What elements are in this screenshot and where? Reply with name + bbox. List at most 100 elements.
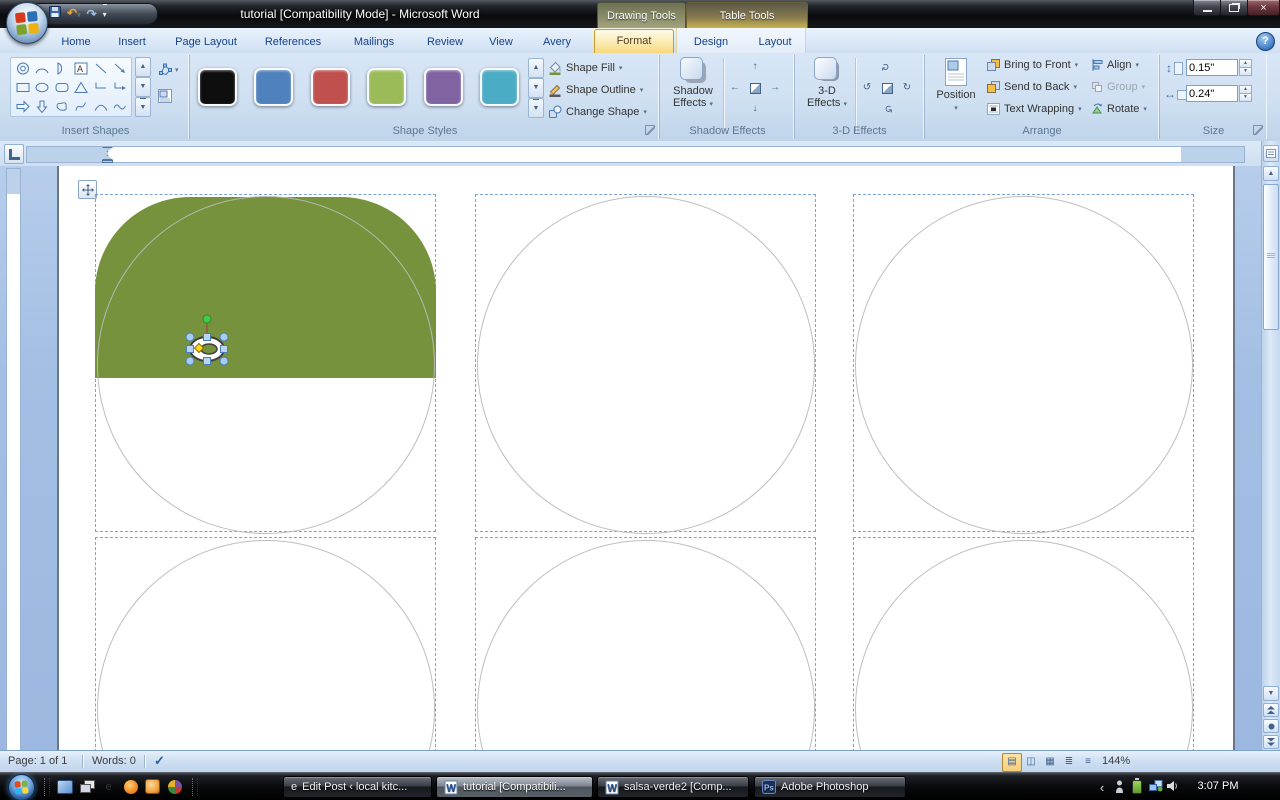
shape-elbow-arrow-connector-icon[interactable] [111,78,131,97]
shadow-effects-button[interactable]: Shadow Effects ▾ [669,57,717,111]
scroll-up-button[interactable]: ▲ [1263,166,1279,181]
view-outline-button[interactable]: ≣ [1059,753,1079,772]
shape-elbow-connector-icon[interactable] [91,78,111,97]
show-desktop-icon[interactable] [56,778,73,795]
shape-text-box-icon[interactable]: A [72,59,92,78]
internet-explorer-icon[interactable]: e [100,778,117,795]
3d-effects-button[interactable]: 3-D Effects ▾ [803,57,851,111]
tab-home[interactable]: Home [52,31,100,53]
width-spin-down[interactable]: ▼ [1239,93,1252,102]
donut-hole[interactable] [200,343,218,355]
handle-bottom-left[interactable] [185,356,195,366]
vertical-ruler[interactable] [6,168,21,750]
taskbar-button-tutorial[interactable]: W tutorial [Compatibili... [436,776,593,798]
left-indent-marker[interactable] [102,160,113,163]
toggle-3d-button[interactable] [878,79,896,97]
horizontal-ruler[interactable] [26,146,1245,163]
tray-status-icon[interactable] [1112,780,1126,793]
handle-bottom[interactable] [203,357,211,365]
nudge-shadow-left-button[interactable]: ← [726,79,744,97]
handle-left[interactable] [186,345,194,353]
nudge-shadow-up-button[interactable]: ↑ [746,58,764,76]
height-spin-down[interactable]: ▼ [1239,67,1252,76]
position-button[interactable]: Position ▾ [932,57,980,115]
customize-qat-icon[interactable]: ▾ [102,4,107,24]
shape-right-arrow-icon[interactable] [13,97,33,116]
edit-shape-button[interactable]: ▾ [154,59,182,81]
firefox-icon[interactable] [122,778,139,795]
tab-layout[interactable]: Layout [744,31,806,53]
quick-launch-orange-app-icon[interactable] [144,778,161,795]
view-draft-button[interactable]: ≡ [1078,753,1098,772]
send-to-back-button[interactable]: Send to Back ▾ [987,81,1077,93]
zoom-level[interactable]: 144% [1102,755,1130,767]
previous-page-button[interactable] [1263,703,1279,717]
shape-fill-button[interactable]: Shape Fill ▾ [548,61,622,75]
tray-network-icon[interactable] [1148,780,1164,792]
tab-page-layout[interactable]: Page Layout [164,31,248,53]
bring-to-front-button[interactable]: Bring to Front ▾ [987,59,1078,71]
shape-style-swatch-green[interactable] [367,68,406,106]
word-count[interactable]: Words: 0 [92,755,136,767]
shape-triangle-icon[interactable] [72,78,92,97]
taskbar-clock[interactable]: 3:07 PM [1190,780,1246,792]
tilt-down-button[interactable]: ↺ [878,100,896,118]
handle-right[interactable] [220,345,228,353]
shape-height-input[interactable] [1186,59,1238,76]
shape-gallery-scroll-down[interactable]: ▼ [135,77,151,97]
shape-gallery-scroll-up[interactable]: ▲ [135,57,151,77]
save-icon[interactable] [49,5,61,23]
shape-oval-icon[interactable] [33,78,53,97]
nudge-shadow-right-button[interactable]: → [766,79,784,97]
shape-donut-icon[interactable] [13,59,33,78]
minimize-button[interactable] [1193,0,1221,16]
shape-arrow-icon[interactable] [111,59,131,78]
document-area[interactable] [0,166,1261,750]
select-browse-object-button[interactable] [1263,719,1279,733]
switch-windows-icon[interactable] [78,778,95,795]
restore-button[interactable] [1220,0,1248,16]
view-full-screen-reading-button[interactable]: ◫ [1021,753,1041,772]
shape-width-input[interactable] [1186,85,1238,102]
shape-scribble-icon[interactable] [72,97,92,116]
shape-gallery-more[interactable]: ▼ [135,97,151,117]
tray-volume-icon[interactable] [1166,780,1180,792]
help-button[interactable]: ? [1256,32,1275,51]
rotation-handle[interactable] [202,314,212,324]
selected-donut-shape[interactable] [178,308,238,370]
handle-top-right[interactable] [219,332,229,342]
shape-style-swatch-blue[interactable] [254,68,293,106]
draw-text-box-button[interactable] [154,85,176,107]
vertical-scrollbar[interactable]: ▲ ▼ [1261,141,1280,750]
tray-battery-icon[interactable] [1130,778,1144,794]
shape-styles-scroll-up[interactable]: ▲ [528,58,544,78]
text-wrapping-button[interactable]: Text Wrapping ▾ [987,103,1082,115]
group-button[interactable]: Group ▾ [1091,81,1145,93]
tab-design[interactable]: Design [682,31,740,53]
tab-avery[interactable]: Avery [528,31,586,53]
spell-check-icon[interactable]: ✓ [154,753,165,769]
tilt-left-button[interactable]: ↺ [858,79,876,97]
shape-curve-icon[interactable] [91,97,111,116]
toggle-shadow-button[interactable] [746,79,764,97]
undo-dropdown-icon[interactable]: ▾ [77,12,81,19]
shape-styles-dialog-launcher[interactable] [645,125,655,135]
tab-insert[interactable]: Insert [108,31,156,53]
handle-top[interactable] [203,333,211,341]
tab-view[interactable]: View [478,31,524,53]
shape-style-swatch-black[interactable] [198,68,237,106]
shape-style-swatch-teal[interactable] [480,68,519,106]
tilt-up-button[interactable]: ↻ [878,58,896,76]
next-page-button[interactable] [1263,735,1279,749]
shape-arc-icon[interactable] [33,59,53,78]
redo-icon[interactable]: ↷ [87,5,97,23]
tilt-right-button[interactable]: ↻ [898,79,916,97]
scrollbar-thumb[interactable] [1263,184,1279,330]
scroll-down-button[interactable]: ▼ [1263,686,1279,701]
shape-chord-icon[interactable] [52,59,72,78]
shape-rounded-rectangle-icon[interactable] [52,78,72,97]
shape-double-wave-icon[interactable] [111,97,131,116]
undo-icon[interactable]: ↶▾ [67,4,81,25]
tab-stop-selector[interactable] [4,144,24,164]
view-print-layout-button[interactable]: ▤ [1002,753,1022,772]
